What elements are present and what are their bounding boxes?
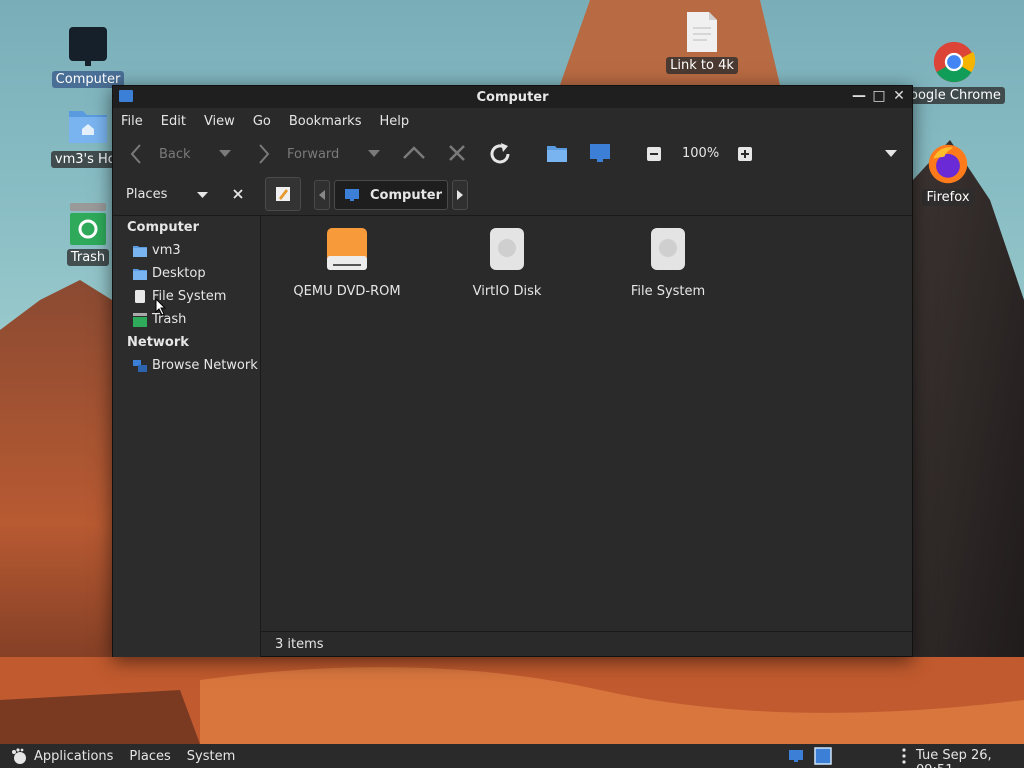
places-sidebar: Computer vm3 Desktop File System Trash N…: [113, 216, 261, 657]
toggle-location-entry-button[interactable]: [265, 177, 301, 211]
places-menu[interactable]: Places: [129, 749, 170, 764]
close-sidebar-icon[interactable]: [233, 189, 243, 199]
home-folder-icon: [66, 104, 110, 148]
path-button-computer[interactable]: Computer: [334, 180, 448, 210]
path-scroll-left-button[interactable]: [314, 180, 330, 210]
file-item-file-system[interactable]: File System: [598, 226, 738, 299]
home-folder-icon: [133, 245, 147, 257]
sidebar-item-browse-network[interactable]: Browse Network: [113, 354, 260, 377]
zoom-level: 100%: [682, 146, 720, 161]
chrome-icon: [932, 40, 976, 84]
back-history-dropdown-icon[interactable]: [219, 150, 231, 158]
mouse-cursor-icon: [155, 298, 167, 316]
toolbar: Back Forward 100%: [113, 134, 912, 174]
chevron-right-icon: [259, 144, 270, 164]
close-icon[interactable]: ✕: [892, 88, 906, 104]
hard-disk-icon: [651, 228, 685, 270]
menu-file[interactable]: File: [121, 114, 143, 129]
arrow-left-icon: [319, 190, 325, 200]
home-icon[interactable]: [546, 143, 568, 163]
sidebar-item-label: vm3: [152, 243, 181, 258]
zoom-out-icon[interactable]: [647, 147, 661, 161]
gnome-foot-icon: [12, 748, 26, 764]
path-button-label: Computer: [370, 187, 443, 203]
reload-icon[interactable]: [487, 141, 513, 167]
computer-view-icon[interactable]: [589, 143, 611, 163]
back-label: Back: [159, 146, 191, 162]
menu-bar: File Edit View Go Bookmarks Help: [113, 108, 912, 134]
network-tray-icon[interactable]: [788, 749, 804, 763]
firefox-icon: [926, 142, 970, 186]
network-icon: [133, 359, 147, 372]
up-icon[interactable]: [402, 144, 426, 160]
menu-edit[interactable]: Edit: [161, 114, 186, 129]
dvd-drive-icon: [327, 228, 367, 270]
drive-icon: [135, 289, 145, 303]
chevron-left-icon: [130, 144, 141, 164]
desktop-icon-label: Link to 4k: [666, 57, 738, 74]
sidebar-item-label: Desktop: [152, 266, 206, 281]
desktop-icon-label: Trash: [66, 249, 110, 266]
menu-help[interactable]: Help: [379, 114, 409, 129]
title-bar[interactable]: Computer — □ ✕: [113, 86, 912, 108]
computer-small-icon: [345, 189, 359, 201]
menu-view[interactable]: View: [204, 114, 235, 129]
sidebar-item-vm3[interactable]: vm3: [113, 239, 260, 262]
pane-dropdown-icon[interactable]: [197, 192, 208, 199]
zoom-in-icon[interactable]: [738, 147, 752, 161]
forward-button[interactable]: Forward: [257, 143, 339, 165]
file-item-virtio-disk[interactable]: VirtIO Disk: [437, 226, 577, 299]
desktop-icon-chrome[interactable]: oogle Chrome: [906, 40, 1005, 104]
applications-menu[interactable]: Applications: [10, 747, 113, 765]
maximize-icon[interactable]: □: [872, 88, 886, 104]
trash-icon: [133, 312, 147, 327]
computer-icon: [66, 24, 110, 68]
sidebar-item-trash[interactable]: Trash: [113, 308, 260, 331]
desktop-folder-icon: [133, 268, 147, 280]
menu-go[interactable]: Go: [253, 114, 271, 129]
bottom-panel: Applications Places System Tue Sep 26, 0…: [0, 744, 1024, 768]
window-app-icon: [119, 90, 133, 102]
sidebar-section-computer: Computer: [127, 220, 200, 235]
edit-icon: [276, 187, 290, 201]
stop-icon[interactable]: [448, 144, 466, 162]
location-bar: Places Computer: [113, 174, 912, 216]
desktop-icon-firefox[interactable]: Firefox: [906, 142, 990, 206]
window-title: Computer: [476, 89, 549, 105]
back-button[interactable]: Back: [129, 143, 191, 165]
path-scroll-right-button[interactable]: [452, 180, 468, 210]
trash-icon: [66, 202, 110, 246]
desktop-icon-label: Firefox: [922, 189, 974, 206]
sidebar-item-desktop[interactable]: Desktop: [113, 262, 260, 285]
desktop-icon-link-4k[interactable]: Link to 4k: [662, 10, 742, 74]
document-icon: [680, 10, 724, 54]
file-item-label: QEMU DVD-ROM: [293, 284, 401, 299]
sidebar-item-label: Browse Network: [152, 358, 258, 373]
hard-disk-icon: [490, 228, 524, 270]
file-item-dvd-rom[interactable]: QEMU DVD-ROM: [277, 226, 417, 299]
forward-label: Forward: [287, 146, 340, 162]
panel-handle-icon[interactable]: [902, 748, 906, 764]
arrow-right-icon: [457, 190, 463, 200]
file-view: QEMU DVD-ROM VirtIO Disk File System: [261, 216, 912, 631]
desktop-icon-computer[interactable]: Computer: [48, 24, 128, 88]
status-bar: 3 items: [261, 631, 912, 657]
desktop-icon-label: oogle Chrome: [906, 87, 1005, 104]
menu-bookmarks[interactable]: Bookmarks: [289, 114, 362, 129]
system-menu[interactable]: System: [187, 749, 235, 764]
sidebar-pane-selector[interactable]: Places: [126, 187, 167, 202]
file-item-label: File System: [630, 284, 706, 299]
sidebar-section-network: Network: [127, 335, 189, 350]
clock[interactable]: Tue Sep 26, 09:51: [916, 748, 1024, 768]
minimize-icon[interactable]: —: [852, 88, 866, 104]
file-item-label: VirtIO Disk: [472, 284, 542, 299]
toolbar-overflow-icon[interactable]: [885, 150, 897, 158]
file-manager-window: Computer — □ ✕ File Edit View Go Bookmar…: [112, 85, 913, 657]
applications-label: Applications: [34, 748, 114, 764]
forward-history-dropdown-icon[interactable]: [368, 150, 380, 158]
sidebar-item-file-system[interactable]: File System: [113, 285, 260, 308]
show-desktop-icon[interactable]: [814, 747, 832, 765]
